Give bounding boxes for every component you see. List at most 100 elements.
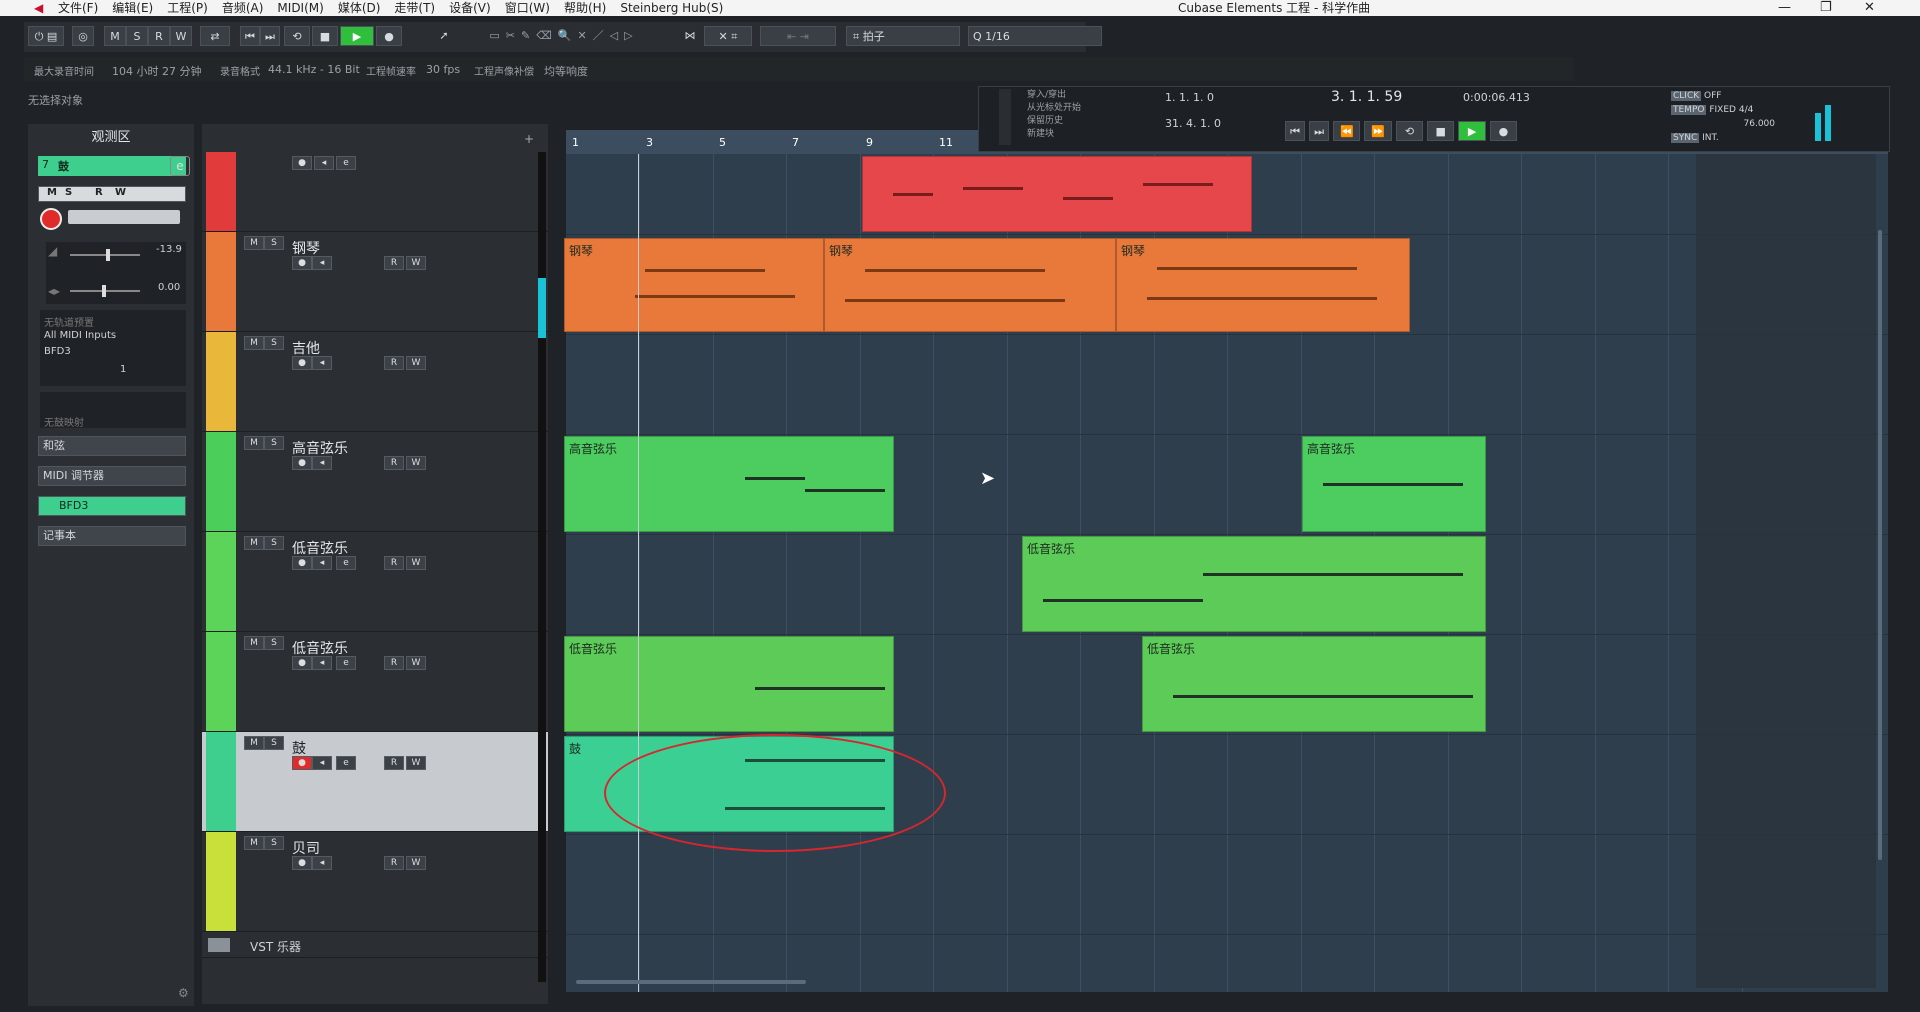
rewind-icon[interactable]: ⏪: [1333, 121, 1361, 141]
grid-type-select[interactable]: ⌗ 拍子: [846, 26, 960, 46]
record-enable-button[interactable]: ●: [292, 156, 312, 170]
midi-part[interactable]: 高音弦乐: [564, 436, 894, 532]
inspector-track-header[interactable]: 7 鼓: [38, 156, 186, 176]
record-enable-button[interactable]: ●: [292, 756, 312, 770]
track-name[interactable]: 鼓: [292, 738, 306, 758]
transport-go-to-start-icon[interactable]: ⏮: [1285, 121, 1306, 141]
monitor-button[interactable]: ◂: [312, 756, 332, 770]
solo-button[interactable]: S: [264, 336, 284, 350]
read-button[interactable]: R: [384, 556, 404, 570]
monitor-button[interactable]: ◂: [312, 256, 332, 270]
write-button[interactable]: W: [406, 256, 426, 270]
record-enable-button[interactable]: ●: [292, 656, 312, 670]
edit-button[interactable]: e: [336, 756, 356, 770]
pan-fader-handle[interactable]: [102, 285, 106, 297]
record-enable-button[interactable]: ●: [292, 456, 312, 470]
stop-icon[interactable]: ■: [312, 26, 338, 46]
vst-instruments-folder[interactable]: VST 乐器: [202, 932, 548, 958]
track-name[interactable]: 钢琴: [292, 238, 320, 258]
read-button[interactable]: R: [384, 356, 404, 370]
sync-row[interactable]: SYNC INT.: [1671, 131, 1775, 145]
read-button[interactable]: R: [384, 756, 404, 770]
click-row[interactable]: CLICK OFF: [1671, 89, 1775, 103]
edit-button[interactable]: e: [336, 156, 356, 170]
secondary-time-display[interactable]: 0:00:06.413: [1463, 91, 1530, 104]
edit-tools-icon[interactable]: ▭✂✎⌫🔍✕／◁▷: [454, 26, 674, 46]
menu-file[interactable]: 文件(F): [58, 0, 98, 16]
menu-project[interactable]: 工程(P): [167, 0, 208, 16]
mute-button[interactable]: M: [244, 736, 264, 750]
write-button[interactable]: W: [406, 856, 426, 870]
read-button[interactable]: R: [384, 856, 404, 870]
add-track-icon[interactable]: +: [524, 132, 534, 146]
instrument-section[interactable]: BFD3: [38, 496, 186, 516]
monitor-slider[interactable]: [68, 210, 180, 224]
play-icon[interactable]: ▶: [340, 26, 374, 46]
volume-fader[interactable]: [70, 254, 140, 256]
read-button[interactable]: R: [384, 456, 404, 470]
track-8[interactable]: M S 贝司 ● ◂ R W: [202, 832, 548, 932]
cycle-icon[interactable]: ⟲: [284, 26, 310, 46]
midi-part[interactable]: 钢琴: [564, 238, 824, 332]
midi-modifiers-section[interactable]: MIDI 调节器: [38, 466, 186, 486]
project-window[interactable]: 钢琴 钢琴 钢琴 高音弦乐 高音弦乐 低音弦乐 低音弦乐 低音弦乐 鼓: [564, 130, 1888, 992]
menu-devices[interactable]: 设备(V): [449, 0, 491, 16]
keep-history-label[interactable]: 保留历史: [1027, 115, 1137, 128]
solo-all-button[interactable]: S: [126, 26, 148, 46]
monitor-button[interactable]: ◂: [312, 356, 332, 370]
mute-button[interactable]: M: [244, 336, 264, 350]
menu-transport[interactable]: 走带(T): [394, 0, 435, 16]
track-preset-field[interactable]: 无轨道预置: [44, 314, 94, 329]
rec-format-value[interactable]: 44.1 kHz - 16 Bit: [268, 63, 360, 76]
menu-media[interactable]: 媒体(D): [338, 0, 381, 16]
left-locator[interactable]: 1. 1. 1. 0: [1165, 91, 1214, 104]
mute-button[interactable]: M: [244, 636, 264, 650]
record-enable-icon[interactable]: [40, 208, 62, 230]
track-name[interactable]: 吉他: [292, 338, 320, 358]
transport-play-icon[interactable]: ▶: [1458, 121, 1486, 141]
monitor-button[interactable]: ◂: [312, 456, 332, 470]
inspector-read-button[interactable]: R: [95, 187, 103, 198]
project-cursor[interactable]: [638, 130, 639, 992]
tempo-value[interactable]: 76.000: [1671, 117, 1776, 131]
track-7-selected[interactable]: M S 鼓 ● ◂ e R W: [202, 732, 548, 832]
transport-cycle-icon[interactable]: ⟲: [1395, 121, 1424, 141]
tempo-row[interactable]: TEMPO FIXED 4/4: [1671, 103, 1775, 117]
write-all-button[interactable]: W: [170, 26, 192, 46]
transport-stop-icon[interactable]: ■: [1427, 121, 1455, 141]
midi-part[interactable]: 钢琴: [1116, 238, 1410, 332]
inspector-write-button[interactable]: W: [115, 187, 126, 198]
new-part-label[interactable]: 新建块: [1027, 128, 1137, 141]
edit-button[interactable]: e: [336, 656, 356, 670]
object-selection-tool-icon[interactable]: ➚: [434, 26, 454, 46]
midi-input-field[interactable]: All MIDI Inputs: [44, 330, 116, 341]
write-button[interactable]: W: [406, 756, 426, 770]
volume-fader-handle[interactable]: [106, 249, 110, 261]
from-marker-label[interactable]: 从光标处开始: [1027, 102, 1137, 115]
mute-all-button[interactable]: M: [104, 26, 126, 46]
write-button[interactable]: W: [406, 656, 426, 670]
menu-window[interactable]: 窗口(W): [505, 0, 550, 16]
track-2[interactable]: M S 钢琴 ● ◂ R W: [202, 232, 548, 332]
notepad-section[interactable]: 记事本: [38, 526, 186, 546]
mute-button[interactable]: M: [244, 236, 264, 250]
inspector-mute-button[interactable]: M: [47, 187, 57, 198]
mute-button[interactable]: M: [244, 436, 264, 450]
mute-button[interactable]: M: [244, 836, 264, 850]
volume-value[interactable]: -13.9: [156, 244, 182, 255]
edit-instrument-icon[interactable]: e: [170, 156, 190, 176]
activate-project-button[interactable]: ⏻ ▤: [28, 26, 64, 46]
restore-button[interactable]: ❐: [1820, 0, 1832, 16]
record-icon[interactable]: ●: [376, 26, 402, 46]
midi-part[interactable]: 低音弦乐: [1142, 636, 1486, 732]
menu-midi[interactable]: MIDI(M): [277, 0, 323, 16]
midi-output-field[interactable]: BFD3: [44, 346, 71, 357]
go-to-end-icon[interactable]: ⏭: [260, 26, 280, 46]
menu-steinberg-hub[interactable]: Steinberg Hub(S): [620, 0, 723, 16]
track-4[interactable]: M S 高音弦乐 ● ◂ R W: [202, 432, 548, 532]
primary-time-display[interactable]: 3. 1. 1. 59: [1331, 89, 1402, 105]
solo-button[interactable]: S: [264, 736, 284, 750]
constrain-delay-button[interactable]: ◎: [72, 26, 94, 46]
mute-button[interactable]: M: [244, 536, 264, 550]
record-enable-button[interactable]: ●: [292, 856, 312, 870]
